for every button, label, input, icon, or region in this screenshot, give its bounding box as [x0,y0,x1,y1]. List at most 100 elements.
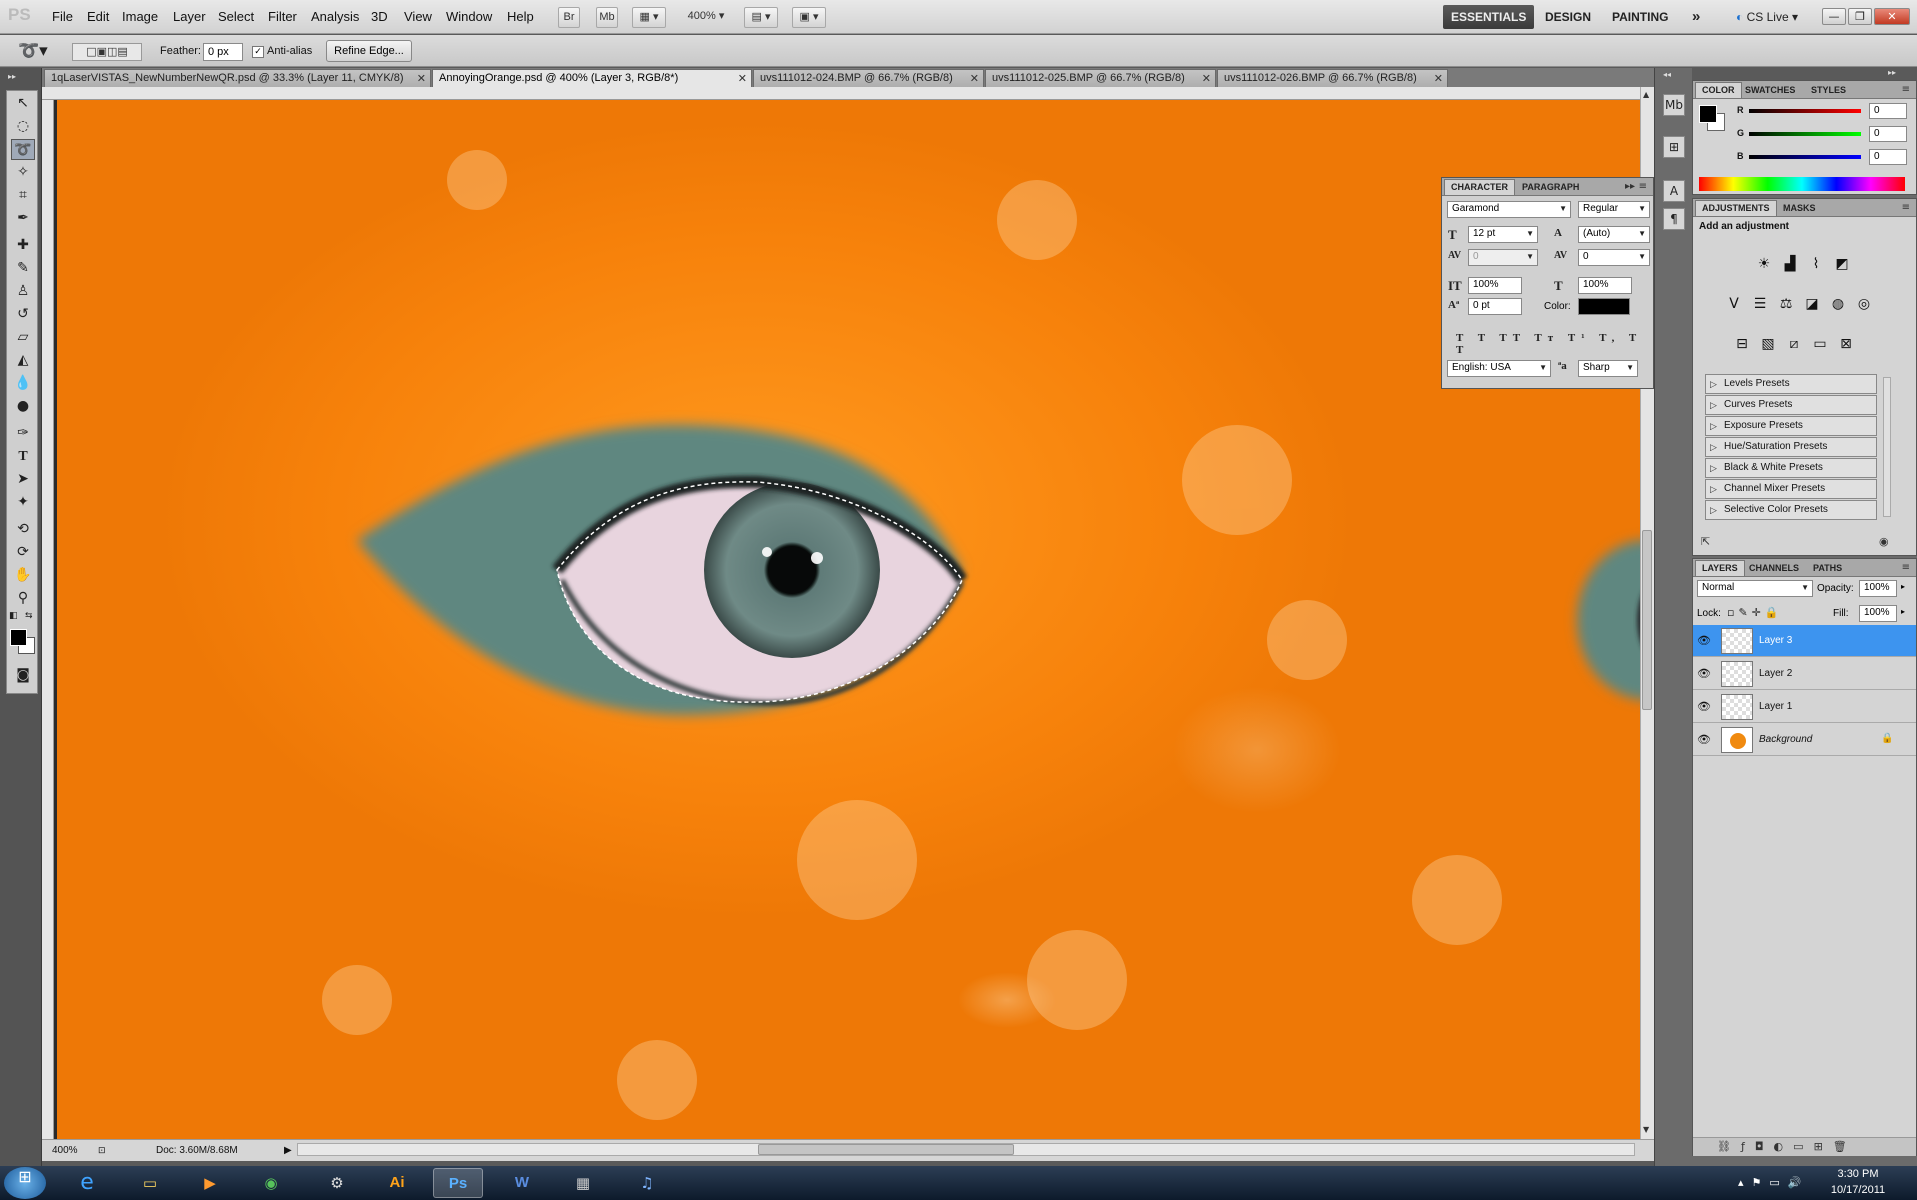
color-spectrum-bar[interactable] [1699,177,1905,191]
color-balance-icon[interactable]: ⚖ [1775,293,1797,315]
itunes-icon[interactable]: ♫ [622,1168,672,1198]
return-to-list-icon[interactable]: ⇱ [1701,535,1710,548]
tracking-input[interactable]: 0 ▼ [1578,249,1650,266]
menu-help[interactable]: Help [507,9,534,24]
pen-tool-icon[interactable]: ✑ [11,423,35,444]
menu-filter[interactable]: Filter [268,9,297,24]
screen-mode-button[interactable]: ▣ ▾ [792,7,826,28]
close-tab-icon[interactable]: ✕ [738,71,747,87]
quick-mask-icon[interactable]: ◙ [11,665,35,686]
layer-row-layer-1[interactable]: 👁 Layer 1 [1693,691,1916,723]
lock-options-icons[interactable]: ▫✎✛🔒 [1727,606,1783,619]
tab-styles[interactable]: STYLES [1805,83,1852,99]
color-foreground-swatch[interactable] [1699,105,1717,123]
toolbox-collapse-icon[interactable]: ▸▸ [8,72,34,82]
more-workspaces-button[interactable]: » [1684,5,1708,29]
channel-g-input[interactable]: 0 [1869,126,1907,142]
preset-selective-color[interactable]: Selective Color Presets [1705,500,1877,520]
clock-date[interactable]: 10/17/2011 [1828,1184,1888,1196]
opacity-input[interactable]: 100% [1859,580,1897,597]
threshold-icon[interactable]: ⧄ [1783,333,1805,355]
tab-document-3[interactable]: uvs111012-024.BMP @ 66.7% (RGB/8) ✕ [753,69,984,87]
document-canvas[interactable] [57,100,1640,1140]
zoom-level-dropdown[interactable]: 400% ▾ [680,7,732,28]
visibility-eye-icon[interactable]: 👁 [1697,700,1713,714]
file-explorer-icon[interactable]: ▭ [125,1168,175,1198]
close-button[interactable]: ✕ [1874,8,1910,25]
tab-paths[interactable]: PATHS [1807,561,1848,577]
scroll-up-icon[interactable]: ▲ [1643,90,1649,99]
lasso-tool-icon[interactable]: ➰ [11,139,35,160]
system-tray-icons[interactable]: ▴⚑▭🔊 [1738,1176,1809,1189]
3d-rotate-icon[interactable]: ⟲ [11,519,35,540]
clock-time[interactable]: 3:30 PM [1828,1168,1888,1180]
font-style-select[interactable]: Regular ▼ [1578,201,1650,218]
preset-channel-mixer[interactable]: Channel Mixer Presets [1705,479,1877,499]
vertical-scroll-thumb[interactable] [1642,530,1652,710]
vibrance-icon[interactable]: V [1723,293,1745,315]
menu-edit[interactable]: Edit [87,9,109,24]
menu-file[interactable]: File [52,9,73,24]
tab-color[interactable]: COLOR [1695,82,1742,98]
minimize-button[interactable]: — [1822,8,1846,25]
photo-filter-icon[interactable]: ◍ [1827,293,1849,315]
invert-icon[interactable]: ⊟ [1731,333,1753,355]
illustrator-icon[interactable]: Ai [372,1168,422,1198]
link-layers-icon[interactable]: ⛓ [1717,1140,1741,1153]
clip-to-layer-icon[interactable]: ◉ [1879,535,1889,548]
leading-input[interactable]: (Auto) ▼ [1578,226,1650,243]
gradient-map-icon[interactable]: ▭ [1809,333,1831,355]
channel-r-slider[interactable] [1749,109,1861,113]
menu-analysis[interactable]: Analysis [311,9,359,24]
close-tab-icon[interactable]: ✕ [1434,71,1443,87]
preset-curves[interactable]: Curves Presets [1705,395,1877,415]
tab-document-4[interactable]: uvs111012-025.BMP @ 66.7% (RGB/8) ✕ [985,69,1216,87]
history-panel-icon[interactable]: ⊞ [1663,136,1685,158]
dodge-tool-icon[interactable]: ● [11,396,35,417]
quick-selection-tool-icon[interactable]: ✧ [11,162,35,183]
status-menu-arrow-icon[interactable]: ▶ [284,1145,292,1156]
tab-paragraph[interactable]: PARAGRAPH [1516,180,1585,196]
marquee-tool-icon[interactable]: ◌ [11,116,35,137]
character-panel-icon[interactable]: A [1663,180,1685,202]
visibility-eye-icon[interactable]: 👁 [1697,733,1713,747]
tab-document-2[interactable]: AnnoyingOrange.psd @ 400% (Layer 3, RGB/… [432,69,752,87]
brightness-contrast-icon[interactable]: ☀ [1753,253,1775,275]
new-group-icon[interactable]: ▭ [1793,1140,1813,1153]
antialias-method-select[interactable]: Sharp ▼ [1578,360,1638,377]
font-family-select[interactable]: Garamond ▼ [1447,201,1571,218]
curves-icon[interactable]: ⌇ [1805,253,1827,275]
menu-3d[interactable]: 3D [371,9,388,24]
tab-masks[interactable]: MASKS [1777,201,1822,217]
type-tool-icon[interactable]: T [11,446,35,467]
menu-view[interactable]: View [404,9,432,24]
mini-bridge-icon[interactable]: Mb [1663,94,1685,116]
fill-input[interactable]: 100% [1859,605,1897,622]
eraser-tool-icon[interactable]: ▱ [11,327,35,348]
new-layer-icon[interactable]: ⊞ [1814,1140,1833,1153]
tab-layers[interactable]: LAYERS [1695,560,1745,576]
workspace-design[interactable]: DESIGN [1537,5,1599,29]
panel-menu-icon[interactable]: ≡ [1902,202,1910,213]
arrange-documents-button[interactable]: ▤ ▾ [744,7,778,28]
tab-adjustments[interactable]: ADJUSTMENTS [1695,200,1777,216]
hand-tool-icon[interactable]: ✋ [11,565,35,586]
font-size-input[interactable]: 12 pt ▼ [1468,226,1538,243]
menu-select[interactable]: Select [218,9,254,24]
preset-hue-saturation[interactable]: Hue/Saturation Presets [1705,437,1877,457]
close-tab-icon[interactable]: ✕ [417,71,426,87]
add-mask-icon[interactable]: ◘ [1755,1140,1774,1153]
text-style-buttons[interactable]: T T TT Tт T¹ T, T T [1456,332,1653,356]
channel-b-input[interactable]: 0 [1869,149,1907,165]
dock-collapse-icon[interactable]: ◂◂ [1663,70,1671,79]
menu-layer[interactable]: Layer [173,9,206,24]
channel-b-slider[interactable] [1749,155,1861,159]
history-brush-icon[interactable]: ↺ [11,304,35,325]
preset-exposure[interactable]: Exposure Presets [1705,416,1877,436]
internet-explorer-icon[interactable]: e [62,1168,112,1198]
channel-g-slider[interactable] [1749,132,1861,136]
workspace-painting[interactable]: PAINTING [1604,5,1676,29]
adjustment-layer-icon[interactable]: ◐ [1774,1140,1794,1153]
crop-tool-icon[interactable]: ⌗ [11,185,35,206]
photoshop-icon[interactable]: Ps [433,1168,483,1198]
